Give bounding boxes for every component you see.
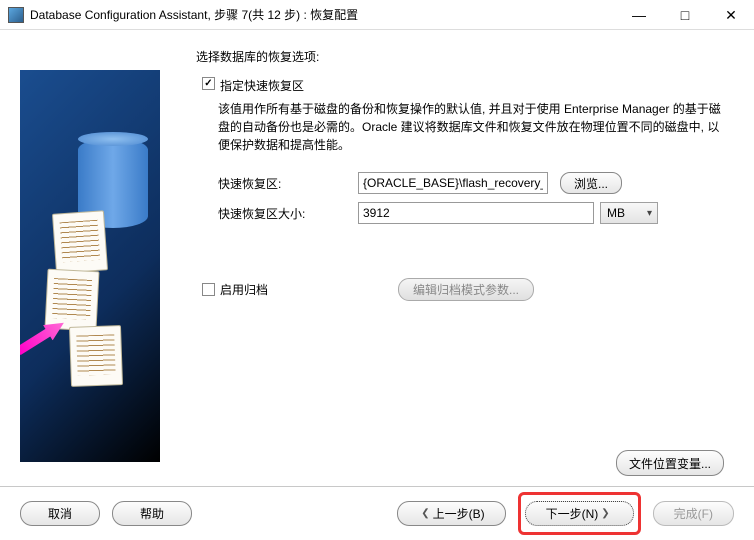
chevron-left-icon: ❮ xyxy=(421,508,429,519)
document-icon xyxy=(52,210,108,273)
close-button[interactable]: ✕ xyxy=(708,0,754,30)
fra-size-unit-value: MB xyxy=(607,206,625,220)
chevron-right-icon: ❯ xyxy=(601,508,609,519)
file-vars-area: 文件位置变量... xyxy=(616,450,724,476)
help-button[interactable]: 帮助 xyxy=(112,501,192,526)
fra-size-unit-dropdown[interactable]: MB xyxy=(600,202,658,224)
fra-size-label: 快速恢复区大小: xyxy=(218,205,358,222)
titlebar: Database Configuration Assistant, 步骤 7(共… xyxy=(0,0,754,30)
specify-fra-row: 指定快速恢复区 xyxy=(202,77,730,94)
sidebar xyxy=(0,48,160,470)
specify-fra-label: 指定快速恢复区 xyxy=(220,77,304,94)
sidebar-illustration xyxy=(20,70,160,462)
next-button-highlight: 下一步(N)❯ xyxy=(518,492,641,535)
file-location-vars-button[interactable]: 文件位置变量... xyxy=(616,450,724,476)
next-button-label: 下一步(N) xyxy=(546,505,599,522)
document-icon xyxy=(69,325,123,387)
maximize-button[interactable]: □ xyxy=(662,0,708,30)
main-area: 选择数据库的恢复选项: 指定快速恢复区 该值用作所有基于磁盘的备份和恢复操作的默… xyxy=(0,30,754,470)
fra-path-input[interactable] xyxy=(358,172,548,194)
window-controls: — □ ✕ xyxy=(616,0,754,29)
app-icon xyxy=(8,7,24,23)
back-button-label: 上一步(B) xyxy=(433,505,485,522)
back-button[interactable]: ❮ 上一步(B) xyxy=(397,501,505,526)
enable-archive-checkbox[interactable] xyxy=(202,283,215,296)
fra-path-label: 快速恢复区: xyxy=(218,175,358,192)
archive-row: 启用归档 编辑归档模式参数... xyxy=(202,278,730,301)
next-button[interactable]: 下一步(N)❯ xyxy=(525,501,634,526)
section-heading: 选择数据库的恢复选项: xyxy=(196,48,730,65)
cancel-button[interactable]: 取消 xyxy=(20,501,100,526)
fra-path-row: 快速恢复区: 浏览... xyxy=(218,172,730,194)
window-title: Database Configuration Assistant, 步骤 7(共… xyxy=(30,6,616,23)
document-icon xyxy=(44,269,99,332)
finish-button[interactable]: 完成(F) xyxy=(653,501,734,526)
browse-button[interactable]: 浏览... xyxy=(560,172,622,194)
fra-description: 该值用作所有基于磁盘的备份和恢复操作的默认值, 并且对于使用 Enterpris… xyxy=(218,100,730,154)
content-panel: 选择数据库的恢复选项: 指定快速恢复区 该值用作所有基于磁盘的备份和恢复操作的默… xyxy=(160,48,754,470)
specify-fra-checkbox[interactable] xyxy=(202,77,215,90)
minimize-button[interactable]: — xyxy=(616,0,662,30)
fra-size-input[interactable] xyxy=(358,202,594,224)
edit-archive-params-button[interactable]: 编辑归档模式参数... xyxy=(398,278,534,301)
wizard-footer: 取消 帮助 ❮ 上一步(B) 下一步(N)❯ 完成(F) xyxy=(0,486,754,540)
enable-archive-label: 启用归档 xyxy=(220,281,268,298)
fra-size-row: 快速恢复区大小: MB xyxy=(218,202,730,224)
